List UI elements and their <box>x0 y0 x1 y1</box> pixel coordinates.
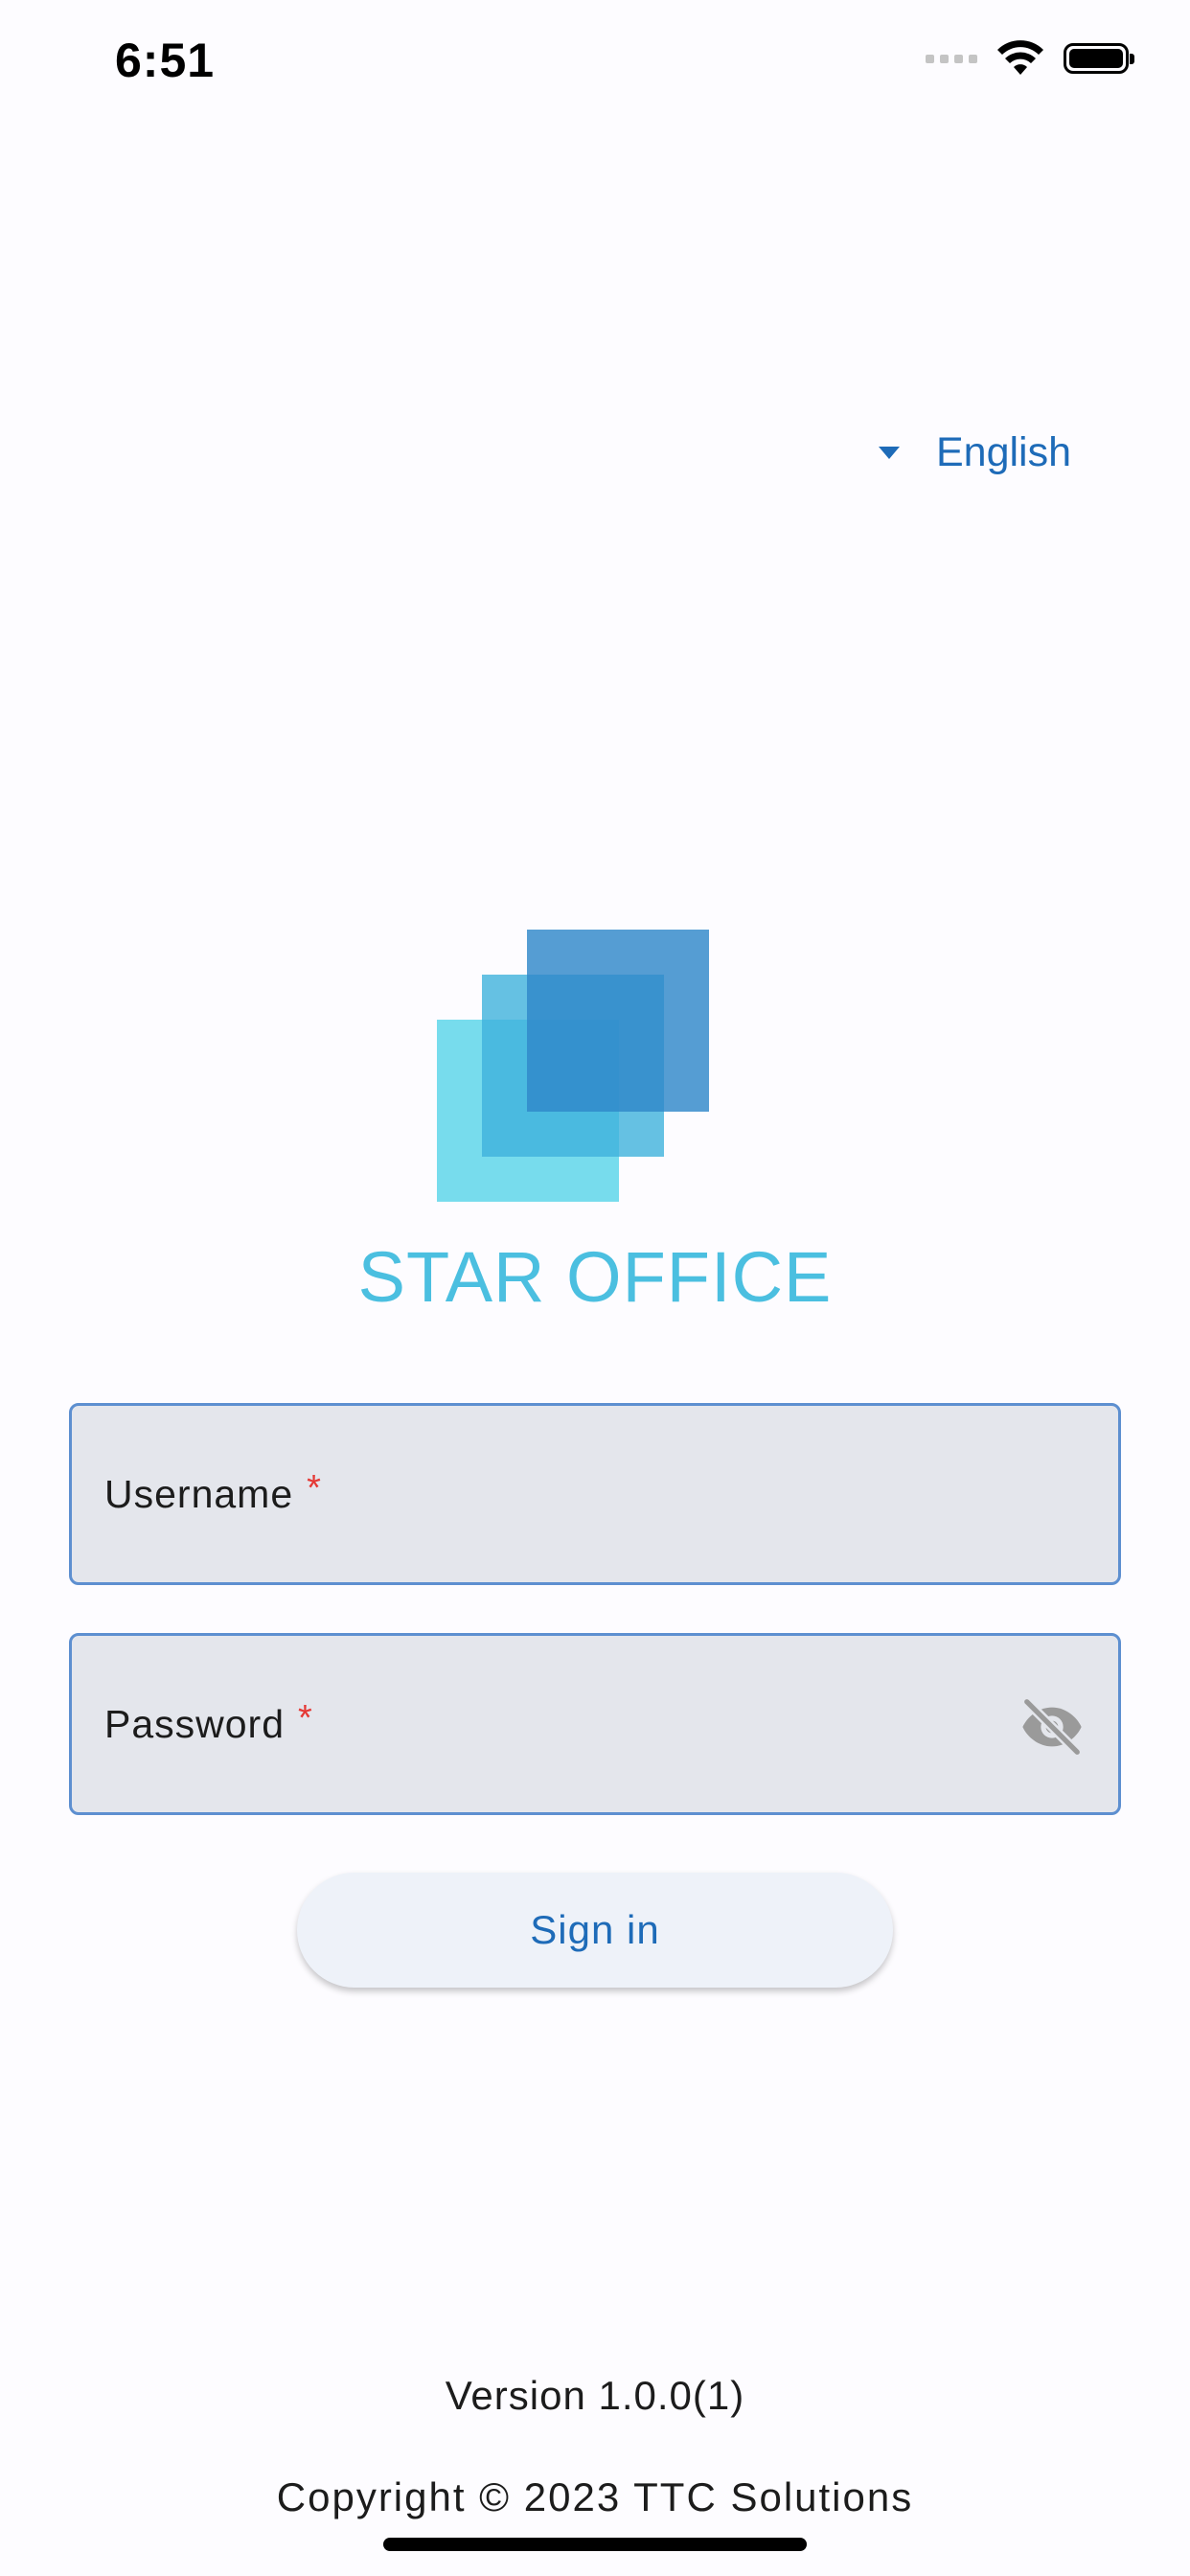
cellular-signal-icon <box>926 54 977 63</box>
username-label: Username <box>104 1471 294 1516</box>
password-field[interactable]: Password * <box>69 1633 1121 1815</box>
login-screen: 6:51 English STAR OFFICE Username * Pass… <box>0 0 1190 2576</box>
language-label: English <box>935 429 1071 475</box>
username-field[interactable]: Username * <box>69 1403 1121 1585</box>
status-time: 6:51 <box>115 34 216 87</box>
required-marker: * <box>307 1467 321 1508</box>
star-office-logo <box>437 930 709 1202</box>
brand-name: STAR OFFICE <box>357 1237 833 1317</box>
sign-in-button[interactable]: Sign in <box>297 1873 893 1988</box>
sign-in-label: Sign in <box>530 1907 660 1952</box>
password-label: Password <box>104 1701 286 1746</box>
language-selector[interactable]: English <box>878 429 1071 476</box>
copyright-text: Copyright © 2023 TTC Solutions <box>276 2474 914 2519</box>
caret-down-icon <box>878 447 900 459</box>
required-marker: * <box>298 1697 312 1738</box>
home-indicator[interactable] <box>383 2538 807 2551</box>
app-version: Version 1.0.0(1) <box>445 2373 745 2418</box>
status-icons <box>926 40 1134 77</box>
eye-off-icon[interactable] <box>1018 1693 1086 1760</box>
battery-icon <box>1064 43 1134 74</box>
wifi-icon <box>997 40 1043 75</box>
